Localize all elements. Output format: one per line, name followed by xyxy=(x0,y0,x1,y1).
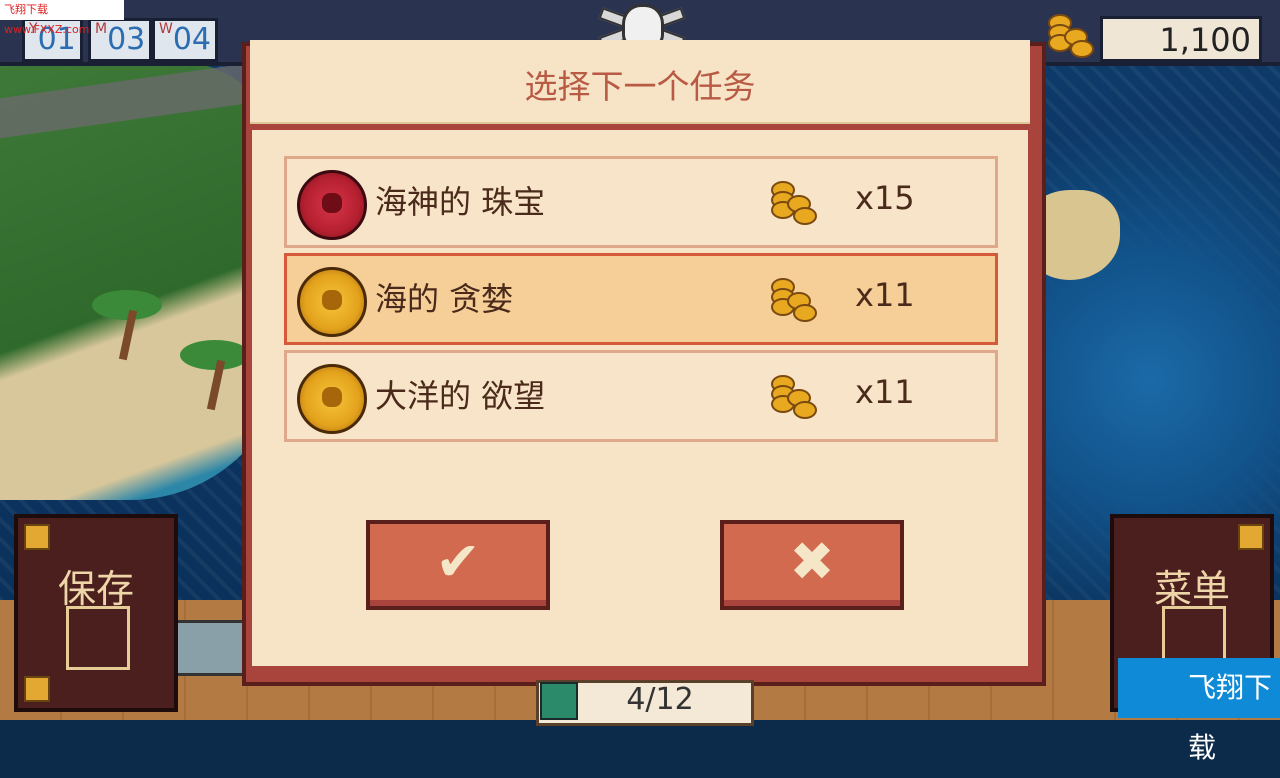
save-button[interactable]: 保存 xyxy=(14,514,178,712)
mission-name: 海神的 珠宝 xyxy=(375,183,546,221)
floppy-disk-icon xyxy=(66,606,130,670)
coin-stack-icon xyxy=(767,371,819,419)
menu-label: 菜单 xyxy=(1153,567,1230,611)
dialog-header: 选择下一个任务 xyxy=(250,40,1030,124)
save-label: 保存 xyxy=(57,567,134,611)
confirm-button[interactable]: ✔ xyxy=(366,520,550,610)
corner-ornament xyxy=(1238,524,1264,550)
month-display: M03 xyxy=(88,18,153,62)
mission-reward: x11 xyxy=(855,373,915,411)
watermark-bottom-right: 飞翔下载 xyxy=(1118,658,1280,764)
mission-name: 海的 贪婪 xyxy=(375,280,514,318)
cross-icon: ✖ xyxy=(789,530,835,593)
coin-stack-icon xyxy=(767,177,819,225)
mission-reward: x11 xyxy=(855,276,915,314)
crown-icon xyxy=(540,682,578,720)
turn-counter-text: 4/12 xyxy=(626,682,694,717)
skull-coin-icon xyxy=(297,364,367,434)
mission-option[interactable]: 海神的 珠宝 x15 xyxy=(284,156,998,248)
palm-tree xyxy=(92,290,162,361)
mission-name: 大洋的 欲望 xyxy=(375,377,546,415)
coin-stack-icon xyxy=(767,274,819,322)
palm-tree xyxy=(180,340,250,411)
gold-counter: 1,100 xyxy=(1100,16,1262,62)
cancel-button[interactable]: ✖ xyxy=(720,520,904,610)
watermark-top-left: 飞翔下载 www.FXXZ.com xyxy=(0,0,124,36)
mission-reward: x15 xyxy=(855,179,915,217)
coin-stack-icon xyxy=(1044,10,1096,58)
mission-option-selected[interactable]: 海的 贪婪 x11 xyxy=(284,253,998,345)
corner-ornament xyxy=(24,676,50,702)
floor-window xyxy=(170,620,246,676)
mission-option[interactable]: 大洋的 欲望 x11 xyxy=(284,350,998,442)
skull-coin-icon xyxy=(297,170,367,240)
skull-coin-icon xyxy=(297,267,367,337)
corner-ornament xyxy=(24,524,50,550)
dialog-title: 选择下一个任务 xyxy=(524,67,756,106)
gold-value: 1,100 xyxy=(1159,21,1251,59)
week-display: W04 xyxy=(152,18,219,62)
check-icon: ✔ xyxy=(435,530,481,593)
